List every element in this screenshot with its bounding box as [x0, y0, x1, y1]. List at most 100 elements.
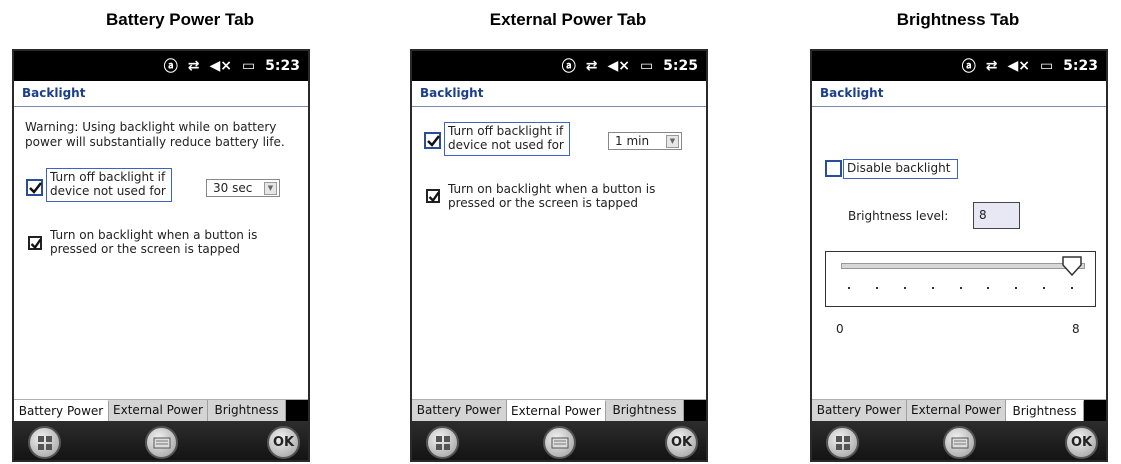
page-title: Backlight: [820, 86, 884, 100]
turnon-label-line2: pressed or the screen is tapped: [448, 196, 638, 210]
turnon-label-line1: Turn on backlight when a button is: [448, 182, 656, 196]
slider-tick: [1071, 287, 1073, 289]
content-area: Warning: Using backlight while on batter…: [14, 108, 308, 398]
slider-tick: [848, 287, 850, 289]
slider-max-label: 8: [1072, 322, 1080, 336]
turnoff-label-line1: Turn off backlight if: [448, 124, 564, 138]
tab-external-power[interactable]: External Power: [507, 400, 606, 421]
speaker-muted-icon: ◀×: [607, 58, 630, 74]
content-area: Turn off backlight if device not used fo…: [412, 108, 706, 398]
tab-external-power[interactable]: External Power: [109, 400, 208, 421]
softkey-bar: OK: [14, 421, 308, 460]
dropdown-arrow-icon: ▼: [264, 182, 277, 195]
windows-flag-icon: [835, 435, 850, 450]
phone-screen-battery: ⓐ ⇄ ◀× ▭ 5:23 Backlight Warning: Using b…: [12, 49, 310, 462]
turnoff-checkbox[interactable]: [424, 132, 441, 149]
ok-label: OK: [1070, 435, 1093, 450]
a-icon: ⓐ: [961, 59, 976, 75]
status-time: 5:23: [1063, 58, 1098, 74]
tab-bar: Battery Power External Power Brightness: [812, 399, 1106, 421]
turnon-label-line1: Turn on backlight when a button is: [50, 228, 258, 242]
softkey-bar: OK: [812, 421, 1106, 460]
turnon-checkbox[interactable]: [426, 189, 440, 203]
caption-external-power: External Power Tab: [489, 10, 647, 29]
phone-screen-brightness: ⓐ ⇄ ◀× ▭ 5:23 Backlight Disable backligh…: [810, 49, 1108, 462]
title-bar: Backlight: [812, 81, 1106, 107]
timeout-dropdown-value: 30 sec: [213, 181, 253, 195]
page-title: Backlight: [22, 86, 86, 100]
brightness-slider[interactable]: [825, 251, 1096, 307]
softkey-bar: OK: [412, 421, 706, 460]
timeout-dropdown[interactable]: 1 min ▼: [608, 132, 682, 150]
slider-track: [841, 263, 1085, 269]
brightness-level-field[interactable]: 8: [973, 202, 1020, 229]
status-bar: ⓐ ⇄ ◀× ▭ 5:23: [812, 51, 1106, 81]
windows-start-button[interactable]: [28, 426, 61, 459]
windows-flag-icon: [37, 435, 52, 450]
battery-charging-icon: ▭: [241, 58, 256, 74]
slider-tick: [903, 287, 906, 289]
timeout-dropdown-value: 1 min: [615, 134, 650, 148]
tab-bar-end: [684, 400, 706, 421]
sync-arrows-icon: ⇄: [187, 58, 200, 74]
sync-arrows-icon: ⇄: [585, 58, 598, 74]
slider-tick: [931, 287, 934, 289]
timeout-dropdown[interactable]: 30 sec ▼: [206, 179, 280, 197]
disable-backlight-label: Disable backlight: [847, 161, 951, 175]
warning-text-line2: power will substantially reduce battery …: [25, 135, 285, 149]
ok-button[interactable]: OK: [1065, 426, 1098, 459]
keyboard-button[interactable]: [543, 426, 576, 459]
keyboard-icon: [951, 437, 968, 448]
caption-battery-power: Battery Power Tab: [105, 10, 254, 29]
slider-min-label: 0: [836, 322, 844, 336]
status-time: 5:23: [265, 58, 300, 74]
turnoff-checkbox[interactable]: [26, 179, 43, 196]
speaker-muted-icon: ◀×: [1007, 58, 1030, 74]
keyboard-icon: [551, 437, 568, 448]
tab-bar: Battery Power External Power Brightness: [412, 399, 706, 421]
ok-button[interactable]: OK: [665, 426, 698, 459]
phone-screen-external: ⓐ ⇄ ◀× ▭ 5:25 Backlight Turn off backlig…: [410, 49, 708, 462]
turnoff-label-line2: device not used for: [50, 184, 166, 198]
tab-battery-power[interactable]: Battery Power: [812, 400, 907, 421]
keyboard-button[interactable]: [943, 426, 976, 459]
tab-battery-power[interactable]: Battery Power: [412, 400, 507, 421]
status-bar: ⓐ ⇄ ◀× ▭ 5:25: [412, 51, 706, 81]
tab-brightness[interactable]: Brightness: [1006, 400, 1084, 421]
tab-brightness[interactable]: Brightness: [208, 400, 286, 421]
tab-battery-power[interactable]: Battery Power: [14, 400, 109, 421]
keyboard-icon: [153, 437, 170, 448]
battery-charging-icon: ▭: [1039, 58, 1054, 74]
dropdown-arrow-icon: ▼: [666, 135, 679, 148]
windows-start-button[interactable]: [426, 426, 459, 459]
tab-bar-end: [286, 400, 308, 421]
title-bar: Backlight: [14, 81, 308, 107]
ok-label: OK: [670, 435, 693, 450]
tab-brightness[interactable]: Brightness: [606, 400, 684, 421]
ok-label: OK: [272, 435, 295, 450]
turnon-label-line2: pressed or the screen is tapped: [50, 242, 240, 256]
title-bar: Backlight: [412, 81, 706, 107]
brightness-level-label: Brightness level:: [848, 209, 949, 223]
turnoff-label-line2: device not used for: [448, 138, 564, 152]
slider-tick: [1015, 287, 1018, 289]
caption-brightness: Brightness Tab: [896, 10, 1020, 29]
turnoff-label-line1: Turn off backlight if: [50, 170, 166, 184]
a-icon: ⓐ: [163, 59, 178, 75]
turnon-checkbox[interactable]: [28, 236, 42, 250]
status-time: 5:25: [663, 58, 698, 74]
speaker-muted-icon: ◀×: [209, 58, 232, 74]
content-area: Disable backlight Brightness level: 8 0 …: [812, 108, 1106, 398]
slider-thumb-icon[interactable]: [1061, 255, 1083, 277]
sync-arrows-icon: ⇄: [985, 58, 998, 74]
windows-start-button[interactable]: [826, 426, 859, 459]
warning-text-line1: Warning: Using backlight while on batter…: [25, 120, 277, 134]
slider-tick: [987, 287, 990, 289]
tab-external-power[interactable]: External Power: [907, 400, 1006, 421]
status-bar: ⓐ ⇄ ◀× ▭ 5:23: [14, 51, 308, 81]
tab-bar: Battery Power External Power Brightness: [14, 399, 308, 421]
ok-button[interactable]: OK: [267, 426, 300, 459]
disable-backlight-checkbox[interactable]: [825, 160, 842, 177]
page-title: Backlight: [420, 86, 484, 100]
keyboard-button[interactable]: [145, 426, 178, 459]
